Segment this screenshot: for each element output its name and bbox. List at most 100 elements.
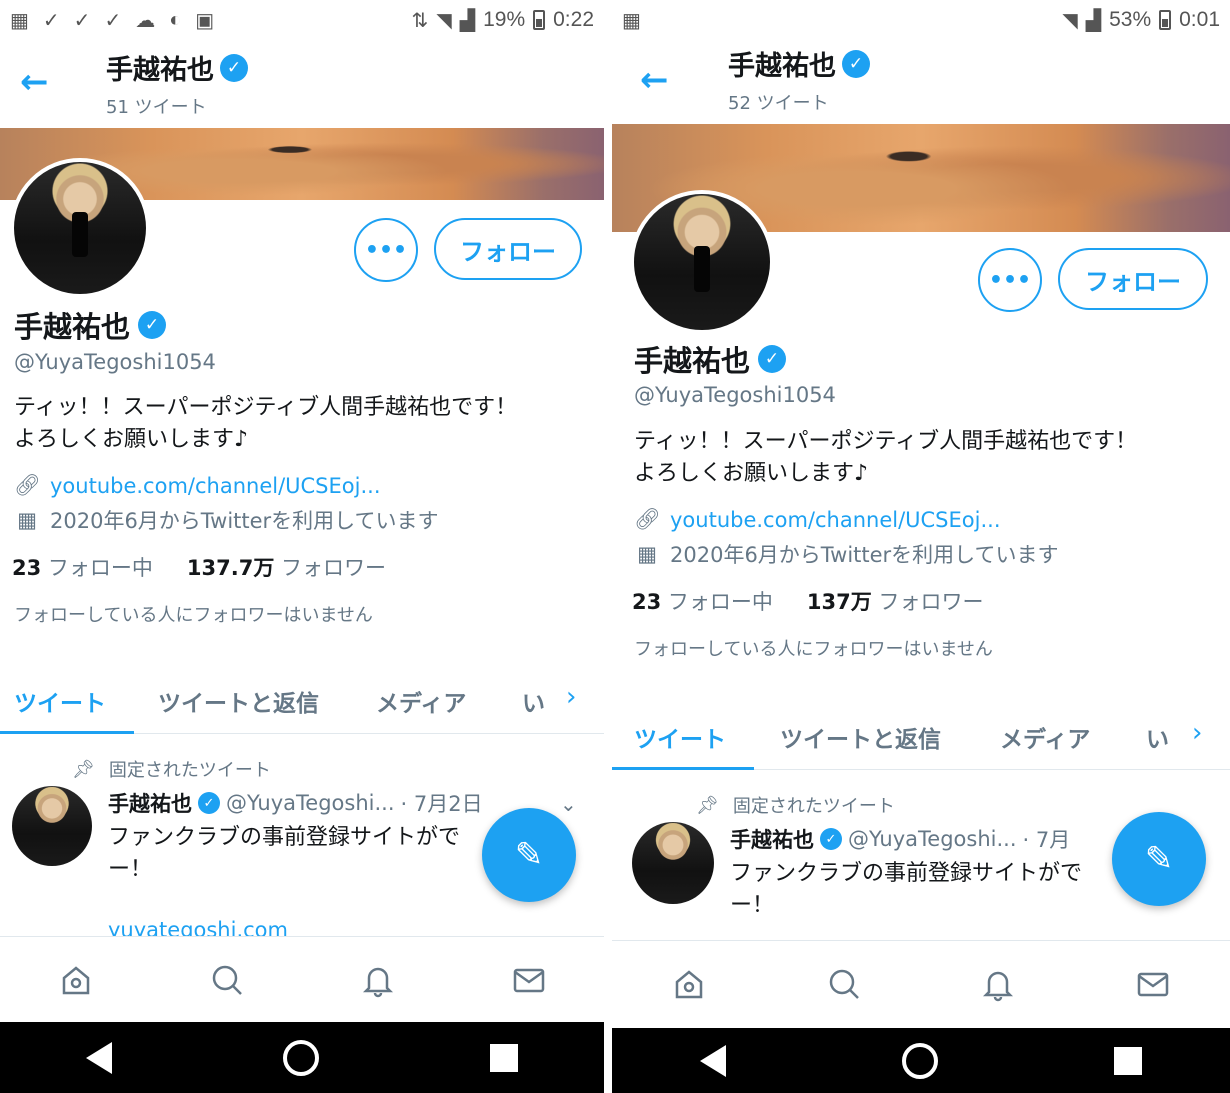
- mail-icon[interactable]: [1128, 959, 1178, 1009]
- header-title: 手越祐也 ✓: [106, 48, 248, 87]
- tweet-avatar[interactable]: [12, 786, 92, 866]
- system-navigation-bar: [0, 1022, 604, 1093]
- signal-icon: ▟: [1085, 9, 1102, 32]
- follow-button[interactable]: フォロー: [434, 218, 582, 280]
- bell-icon[interactable]: [973, 959, 1023, 1009]
- bottom-navigation: [0, 936, 604, 1022]
- verified-badge-icon: ✓: [220, 53, 248, 82]
- profile-website: 🔗︎ youtube.com/channel/UCSEoj...: [14, 473, 381, 498]
- cloud-icon: ☁: [135, 9, 156, 32]
- chevron-right-icon[interactable]: ›: [566, 682, 576, 712]
- mail-icon[interactable]: [504, 955, 554, 1005]
- more-options-button[interactable]: •••: [978, 248, 1042, 312]
- profile-tabs: ツイート ツイートと返信 メディア い ›: [612, 706, 1230, 770]
- home-icon[interactable]: [664, 959, 714, 1009]
- tweet-avatar[interactable]: [632, 822, 714, 904]
- system-back-icon[interactable]: [85, 1041, 112, 1074]
- calendar-icon: ▦: [637, 542, 657, 566]
- profile-bio: ティッ！！スーパーポジティブ人間手越祐也です！ よろしくお願いします♪: [14, 395, 518, 452]
- profile-tabs: ツイート ツイートと返信 メディア い ›: [0, 670, 604, 734]
- compose-feather-icon[interactable]: ✎: [482, 808, 576, 902]
- chevron-right-icon[interactable]: ›: [1192, 718, 1202, 748]
- system-recents-icon[interactable]: [490, 1043, 519, 1072]
- tweet-header: 手越祐也 ✓ @YuyaTegoshi... · 7月2日: [108, 791, 483, 816]
- follow-stats: 23 フォロー中 137.7万 フォロワー: [12, 552, 386, 582]
- verified-badge-icon: ✓: [758, 345, 787, 373]
- tweet-text: ファンクラブの事前登録サイトがで ー！: [108, 825, 461, 882]
- profile-handle: @YuyaTegoshi1054: [634, 383, 836, 407]
- calendar-icon: ▦: [622, 9, 641, 32]
- clock: 0:22: [553, 8, 594, 31]
- tweet-count: 52 ツイート: [728, 93, 829, 114]
- following-stat[interactable]: 23 フォロー中: [12, 552, 153, 582]
- wifi-icon: ◥: [436, 9, 452, 32]
- tab-tweets[interactable]: ツイート: [14, 684, 106, 718]
- battery-icon: [1159, 10, 1172, 30]
- tab-tweets-and-replies[interactable]: ツイートと返信: [780, 720, 941, 754]
- pin-icon: 📌︎: [696, 794, 719, 816]
- system-back-icon[interactable]: [700, 1044, 726, 1077]
- tab-media[interactable]: メディア: [1000, 720, 1090, 754]
- tab-tweets[interactable]: ツイート: [634, 720, 726, 754]
- active-tab-indicator: [612, 767, 754, 770]
- notification-icon: ▦: [10, 9, 29, 32]
- phone-screen-2: ▦ ◥ ▟ 53% 0:01 ← 手越祐也 ✓ 52 ツイート ••• フォロー…: [612, 0, 1230, 1093]
- tab-likes[interactable]: い: [522, 684, 545, 718]
- tab-likes[interactable]: い: [1146, 720, 1169, 754]
- battery-percent: 19%: [483, 8, 526, 31]
- search-icon[interactable]: [819, 959, 869, 1009]
- tweet-header: 手越祐也 ✓ @YuyaTegoshi... · 7月: [730, 827, 1071, 852]
- profile-name: 手越祐也 ✓: [14, 304, 167, 346]
- active-tab-indicator: [0, 731, 134, 734]
- arrow-left-icon[interactable]: ←: [640, 60, 669, 100]
- system-home-icon[interactable]: [282, 1039, 319, 1076]
- image-icon: ▣: [195, 9, 215, 32]
- compose-feather-icon[interactable]: ✎: [1112, 812, 1206, 906]
- no-mutual-followers-note: フォローしている人にフォロワーはいません: [14, 605, 373, 626]
- download-done-icon: ✓: [42, 9, 60, 32]
- chevron-down-icon[interactable]: ⌄: [560, 792, 577, 816]
- pinned-label: 📌︎ 固定されたツイート: [696, 794, 895, 818]
- following-stat[interactable]: 23 フォロー中: [632, 586, 773, 616]
- follow-stats: 23 フォロー中 137万 フォロワー: [632, 586, 983, 616]
- status-bar: ▦ ◥ ▟ 53% 0:01: [612, 0, 1230, 40]
- home-icon[interactable]: [51, 955, 101, 1005]
- website-link[interactable]: youtube.com/channel/UCSEoj...: [670, 508, 1001, 532]
- profile-avatar[interactable]: [630, 190, 774, 334]
- tab-tweets-and-replies[interactable]: ツイートと返信: [158, 684, 319, 718]
- calendar-icon: ▦: [17, 508, 37, 532]
- website-link[interactable]: youtube.com/channel/UCSEoj...: [50, 474, 381, 498]
- verified-badge-icon: ✓: [820, 828, 842, 850]
- follow-button[interactable]: フォロー: [1058, 248, 1208, 310]
- header-title: 手越祐也 ✓: [728, 44, 870, 83]
- profile-joined: ▦ 2020年6月からTwitterを利用しています: [634, 539, 1058, 569]
- profile-handle: @YuyaTegoshi1054: [14, 350, 216, 374]
- profile-avatar[interactable]: [10, 158, 150, 298]
- battery-percent: 53%: [1109, 8, 1152, 31]
- search-icon[interactable]: [202, 955, 252, 1005]
- profile-joined: ▦ 2020年6月からTwitterを利用しています: [14, 505, 438, 535]
- followers-stat[interactable]: 137万 フォロワー: [807, 586, 984, 616]
- data-arrows-icon: ⇅: [411, 9, 429, 32]
- profile-bio: ティッ！！スーパーポジティブ人間手越祐也です！ よろしくお願いします♪: [634, 429, 1138, 486]
- pinned-label: 📌︎ 固定されたツイート: [72, 758, 271, 782]
- system-recents-icon[interactable]: [1114, 1046, 1142, 1075]
- profile-header: ← 手越祐也 ✓ 52 ツイート: [612, 36, 1230, 124]
- screen-divider: [604, 0, 612, 1093]
- verified-badge-icon: ✓: [198, 792, 220, 814]
- download-done-icon: ✓: [104, 9, 122, 32]
- tab-media[interactable]: メディア: [376, 684, 466, 718]
- profile-name: 手越祐也 ✓: [634, 338, 787, 380]
- system-home-icon[interactable]: [902, 1042, 938, 1079]
- bell-icon[interactable]: [353, 955, 403, 1005]
- bottom-navigation: [612, 940, 1230, 1026]
- wifi-icon: ◥: [1062, 9, 1078, 32]
- clock: 0:01: [1179, 8, 1220, 31]
- more-options-button[interactable]: •••: [354, 218, 418, 282]
- tweet-count: 51 ツイート: [106, 97, 207, 118]
- verified-badge-icon: ✓: [138, 311, 167, 339]
- followers-stat[interactable]: 137.7万 フォロワー: [187, 552, 386, 582]
- arrow-left-icon[interactable]: ←: [20, 62, 49, 102]
- system-navigation-bar: [612, 1028, 1230, 1093]
- link-icon: 🔗︎: [634, 507, 661, 531]
